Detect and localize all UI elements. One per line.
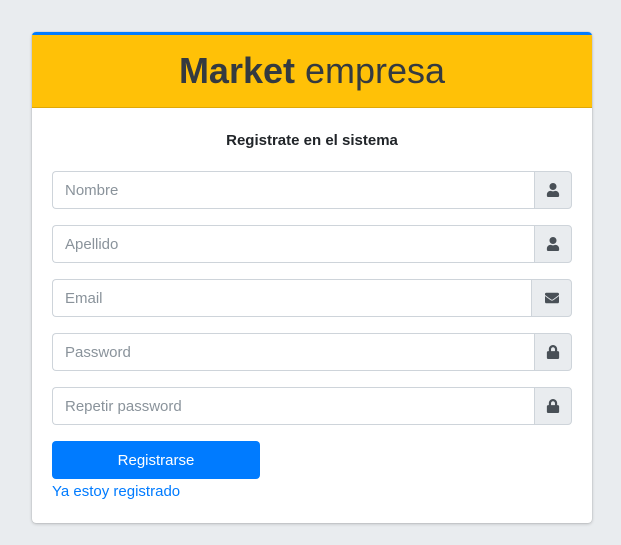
apellido-group: [52, 225, 572, 263]
nombre-input[interactable]: [52, 171, 534, 209]
envelope-icon: [544, 292, 559, 304]
repetir-password-addon: [534, 387, 572, 425]
email-input[interactable]: [52, 279, 531, 317]
user-icon: [546, 183, 560, 197]
apellido-input[interactable]: [52, 225, 534, 263]
repetir-password-input[interactable]: [52, 387, 534, 425]
nombre-addon: [534, 171, 572, 209]
register-form: Registrarse: [52, 171, 572, 479]
register-card: Market empresa Registrate en el sistema: [32, 32, 592, 523]
repetir-password-group: [52, 387, 572, 425]
brand-name-light: empresa: [305, 50, 446, 91]
login-link[interactable]: Ya estoy registrado: [52, 483, 180, 500]
form-message: Registrate en el sistema: [226, 132, 398, 149]
card-header: Market empresa: [32, 35, 592, 108]
card-body: Registrate en el sistema Nombre Apellido…: [32, 132, 592, 501]
lock-icon: [546, 399, 560, 413]
password-addon: [534, 333, 572, 371]
lock-icon: [546, 345, 560, 359]
nombre-group: [52, 171, 572, 209]
email-addon: [531, 279, 572, 317]
register-button[interactable]: Registrarse: [52, 441, 260, 479]
password-input[interactable]: [52, 333, 534, 371]
password-group: [52, 333, 572, 371]
brand-name-bold: Market: [178, 50, 295, 91]
user-icon: [546, 237, 560, 251]
apellido-addon: [534, 225, 572, 263]
email-group: [52, 279, 572, 317]
